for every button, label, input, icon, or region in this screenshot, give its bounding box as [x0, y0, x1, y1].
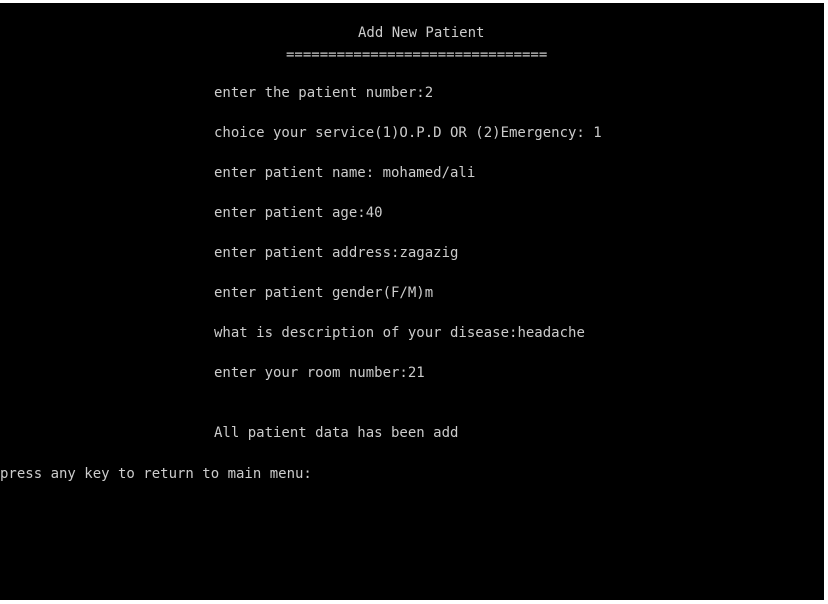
console-window[interactable]: Add New Patient ========================… — [0, 3, 826, 600]
prompt-label: enter patient age: — [214, 205, 366, 221]
prompt-disease-description: what is description of your disease:head… — [214, 323, 585, 343]
prompt-patient-name: enter patient name: mohamed/ali — [214, 163, 475, 183]
prompt-value: m — [424, 285, 434, 301]
prompt-label: enter patient name: — [214, 165, 383, 181]
prompt-label: enter patient address: — [214, 245, 400, 261]
prompt-patient-number: enter the patient number:2 — [214, 83, 433, 103]
prompt-label: enter your room number: — [214, 365, 408, 381]
prompt-label: what is description of your disease: — [214, 325, 518, 341]
prompt-value: 21 — [407, 365, 425, 381]
prompt-value: mohamed/ali — [382, 165, 476, 181]
prompt-value: headache — [517, 325, 585, 341]
prompt-value: 1 — [593, 125, 602, 141]
return-prompt: press any key to return to main menu: — [0, 466, 312, 482]
page-title: Add New Patient — [358, 25, 485, 41]
prompt-label: enter patient gender(F/M) — [214, 285, 425, 301]
prompt-value: 40 — [365, 205, 383, 221]
prompt-patient-gender: enter patient gender(F/M)m — [214, 283, 433, 303]
prompt-label: choice your service(1)O.P.D OR (2)Emerge… — [214, 125, 594, 141]
prompt-value: 2 — [424, 85, 434, 101]
prompt-value: zagazig — [399, 245, 459, 261]
window-edge — [824, 3, 826, 600]
prompt-label: enter the patient number: — [214, 85, 425, 101]
prompt-patient-age: enter patient age:40 — [214, 203, 383, 223]
status-message: All patient data has been add — [214, 425, 459, 441]
prompt-patient-address: enter patient address:zagazig — [214, 243, 458, 263]
prompt-service: choice your service(1)O.P.D OR (2)Emerge… — [214, 123, 602, 143]
prompt-room-number: enter your room number:21 — [214, 363, 425, 383]
title-underline: =============================== — [286, 47, 548, 63]
